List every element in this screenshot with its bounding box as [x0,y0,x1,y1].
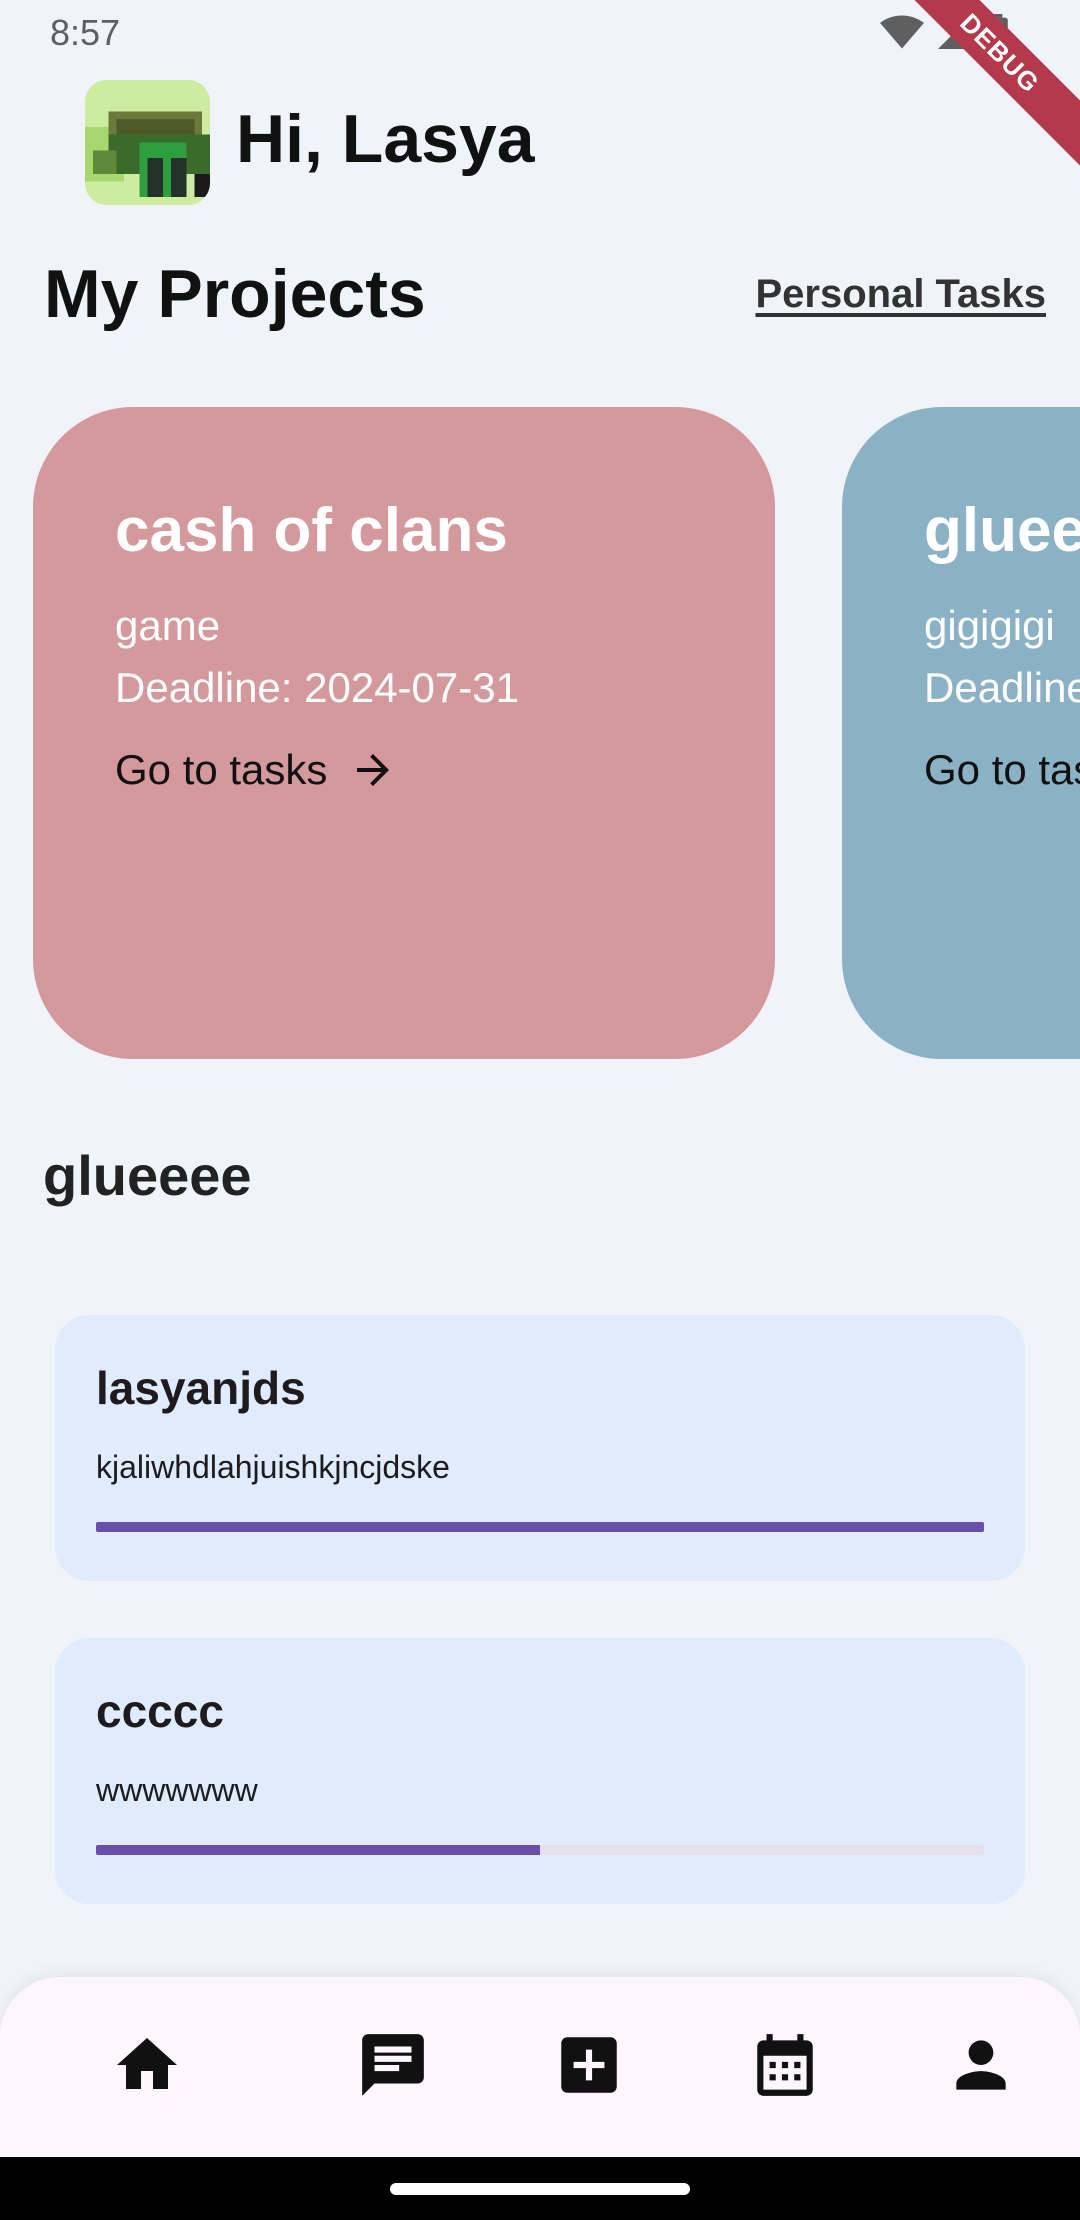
project-deadline: Deadline: 2024-07-31 [115,664,519,711]
chat-icon [362,2034,424,2096]
home-icon [117,2038,177,2089]
avatar[interactable] [85,80,210,205]
go-to-tasks-label: Go to tasks [115,746,328,793]
task-description: wwwwwww [96,1772,258,1808]
task-card[interactable]: lasyanjds kjaliwhdlahjuishkjncjdske [55,1315,1025,1581]
project-card[interactable]: glueeeee gigigigi Deadline: 2024-08-15 G… [842,407,1080,1059]
nav-home[interactable] [107,2025,187,2105]
task-progress-bar [96,1845,984,1855]
arrow-right-icon [357,754,390,786]
system-nav-bar [0,2157,1080,2220]
task-card[interactable]: ccccc wwwwwww [55,1638,1025,1904]
go-to-tasks-button[interactable]: Go to tasks [115,746,693,794]
task-progress-fill [96,1845,540,1855]
status-bar: 8:57 [0,0,1080,66]
personal-tasks-link[interactable]: Personal Tasks [755,272,1046,317]
project-card[interactable]: cash of clans game Deadline: 2024-07-31 … [33,407,775,1059]
project-title: cash of clans [115,496,508,565]
person-icon [956,2040,1006,2090]
projects-title: My Projects [44,256,426,332]
task-progress-bar [96,1522,984,1532]
nav-calendar[interactable] [745,2025,825,2105]
project-description: gigigigi [924,602,1055,649]
project-deadline: Deadline: 2024-08-15 [924,664,1080,711]
go-to-tasks-button[interactable]: Go to tasks [924,746,1080,794]
nav-add[interactable] [549,2025,629,2105]
task-title: lasyanjds [96,1362,306,1414]
add-box-icon [561,2037,617,2093]
go-to-tasks-label: Go to tasks [924,746,1080,793]
home-gesture-pill[interactable] [390,2183,690,2195]
task-description: kjaliwhdlahjuishkjncjdske [96,1449,450,1485]
project-carousel[interactable]: cash of clans game Deadline: 2024-07-31 … [0,407,1080,1059]
calendar-icon [757,2034,813,2096]
nav-profile[interactable] [941,2025,1021,2105]
pixel-avatar-icon [85,80,210,205]
task-progress-fill [96,1522,984,1532]
greeting: Hi, Lasya [236,101,535,177]
status-time: 8:57 [50,12,121,53]
project-description: game [115,602,221,649]
wifi-icon [880,15,924,49]
project-title: glueeeee [924,496,1080,565]
task-title: ccccc [96,1685,224,1737]
nav-chat[interactable] [353,2025,433,2105]
tasks-section-title: glueeee [43,1144,252,1207]
bottom-nav [0,1977,1080,2157]
